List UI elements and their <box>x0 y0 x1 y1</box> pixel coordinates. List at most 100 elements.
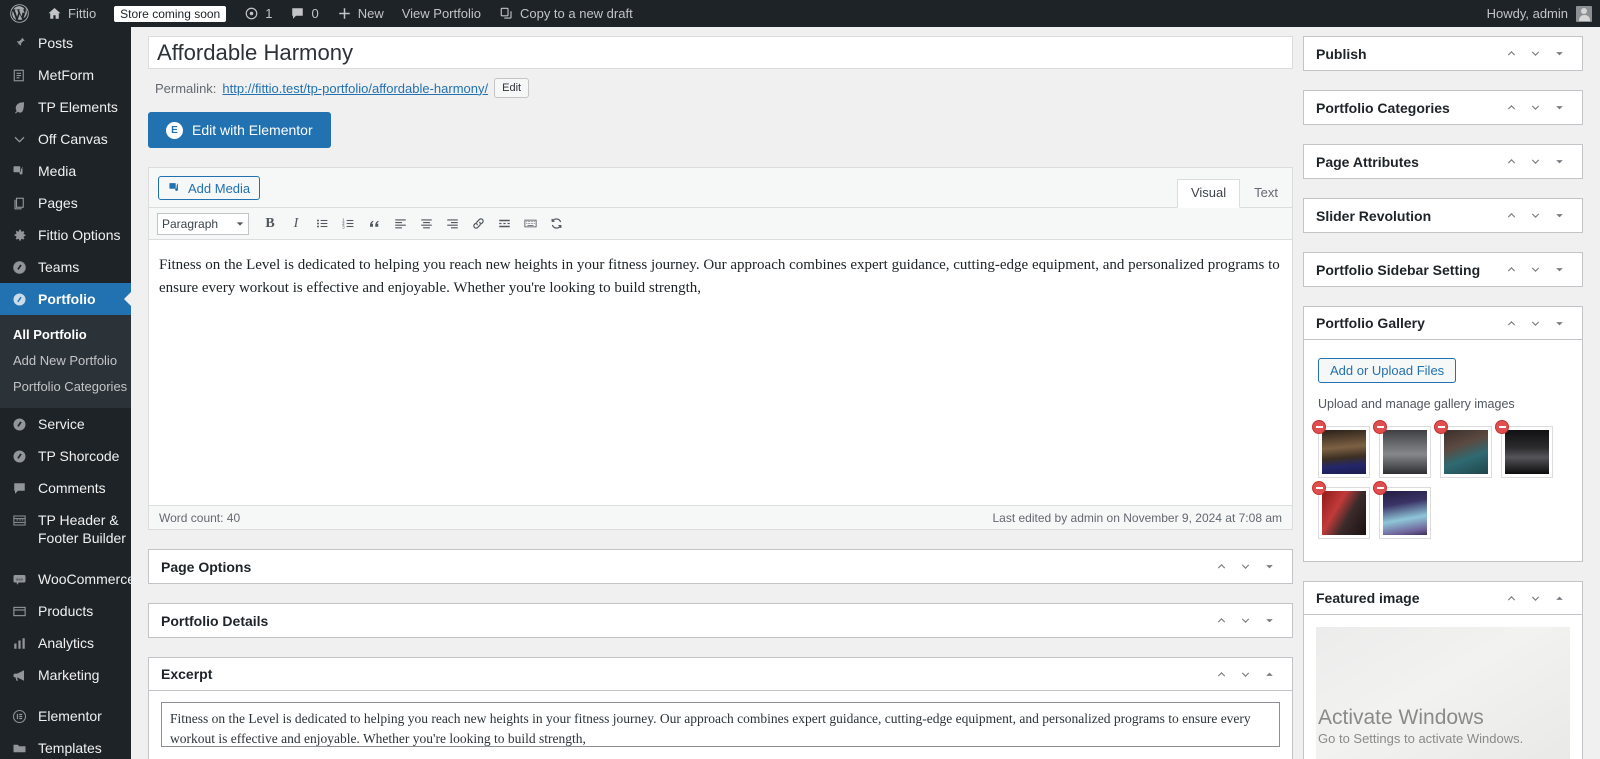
align-center-icon[interactable] <box>414 212 438 236</box>
gallery-image-5[interactable] <box>1318 487 1370 539</box>
move-up-icon[interactable] <box>1500 202 1522 230</box>
toggle-panel-icon[interactable] <box>1548 94 1570 122</box>
insert-link-icon[interactable] <box>466 212 490 236</box>
remove-image-icon[interactable] <box>1373 481 1387 495</box>
side-panel-header[interactable]: Publish <box>1304 37 1582 70</box>
permalink-link[interactable]: http://fittio.test/tp-portfolio/affordab… <box>222 81 488 96</box>
align-left-icon[interactable] <box>388 212 412 236</box>
toggle-panel-icon[interactable] <box>1548 148 1570 176</box>
sidebar-item-media[interactable]: Media <box>0 155 131 187</box>
edit-permalink-button[interactable]: Edit <box>494 78 529 98</box>
move-down-icon[interactable] <box>1234 553 1256 581</box>
toolbar-toggle-icon[interactable] <box>518 212 542 236</box>
side-panel-header[interactable]: Portfolio Categories <box>1304 91 1582 124</box>
adminbar-new-button[interactable]: New <box>328 0 393 27</box>
sidebar-item-woocommerce[interactable]: woo WooCommerce <box>0 563 131 595</box>
move-up-icon[interactable] <box>1500 94 1522 122</box>
side-panel-header[interactable]: Portfolio Sidebar Setting <box>1304 253 1582 286</box>
toggle-panel-icon[interactable] <box>1258 553 1280 581</box>
adminbar-updates[interactable]: 1 <box>235 0 281 27</box>
tab-text[interactable]: Text <box>1240 179 1292 208</box>
move-up-icon[interactable] <box>1500 148 1522 176</box>
move-up-icon[interactable] <box>1500 40 1522 68</box>
move-up-icon[interactable] <box>1500 309 1522 337</box>
sidebar-item-portfolio[interactable]: Portfolio <box>0 283 131 315</box>
store-coming-soon-badge[interactable]: Store coming soon <box>105 0 235 27</box>
sidebar-item-products[interactable]: Products <box>0 595 131 627</box>
gallery-image-4[interactable] <box>1501 426 1553 478</box>
remove-image-icon[interactable] <box>1495 420 1509 434</box>
side-panel-header[interactable]: Portfolio Gallery <box>1304 307 1582 340</box>
side-panel-header[interactable]: Page Attributes <box>1304 145 1582 178</box>
remove-image-icon[interactable] <box>1434 420 1448 434</box>
edit-with-elementor-button[interactable]: E Edit with Elementor <box>148 112 331 148</box>
undo-redo-icon[interactable] <box>544 212 568 236</box>
toggle-panel-icon[interactable] <box>1258 660 1280 688</box>
sidebar-item-templates[interactable]: Templates <box>0 732 131 759</box>
excerpt-textarea[interactable] <box>161 702 1280 747</box>
featured-image-thumbnail[interactable] <box>1316 627 1570 759</box>
toggle-panel-icon[interactable] <box>1548 584 1570 612</box>
sidebar-item-fittio-options[interactable]: Fittio Options <box>0 219 131 251</box>
sidebar-item-tp-header-footer-builder[interactable]: TP Header & Footer Builder <box>0 504 131 554</box>
italic-icon[interactable]: I <box>284 212 308 236</box>
toggle-panel-icon[interactable] <box>1548 202 1570 230</box>
read-more-icon[interactable] <box>492 212 516 236</box>
wordpress-logo-icon[interactable] <box>0 0 38 27</box>
move-up-icon[interactable] <box>1210 553 1232 581</box>
toggle-panel-icon[interactable] <box>1548 40 1570 68</box>
side-panel-header[interactable]: Slider Revolution <box>1304 199 1582 232</box>
paragraph-format-select[interactable]: Paragraph <box>157 213 249 235</box>
sidebar-item-all-portfolio[interactable]: All Portfolio <box>0 322 131 348</box>
adminbar-view-portfolio[interactable]: View Portfolio <box>393 0 490 27</box>
sidebar-item-tp-elements[interactable]: TP Elements <box>0 91 131 123</box>
sidebar-item-elementor[interactable]: Elementor <box>0 700 131 732</box>
sidebar-item-service[interactable]: Service <box>0 408 131 440</box>
sidebar-item-add-new-portfolio[interactable]: Add New Portfolio <box>0 348 131 374</box>
adminbar-site-name[interactable]: Fittio <box>38 0 105 27</box>
toggle-panel-icon[interactable] <box>1548 309 1570 337</box>
gallery-image-6[interactable] <box>1379 487 1431 539</box>
move-up-icon[interactable] <box>1500 584 1522 612</box>
align-right-icon[interactable] <box>440 212 464 236</box>
move-down-icon[interactable] <box>1524 256 1546 284</box>
tab-visual[interactable]: Visual <box>1177 179 1240 208</box>
remove-image-icon[interactable] <box>1373 420 1387 434</box>
move-down-icon[interactable] <box>1234 607 1256 635</box>
move-down-icon[interactable] <box>1524 40 1546 68</box>
sidebar-item-tp-shorcode[interactable]: TP Shorcode <box>0 440 131 472</box>
move-down-icon[interactable] <box>1524 148 1546 176</box>
bulleted-list-icon[interactable] <box>310 212 334 236</box>
side-panel-header[interactable]: Featured image <box>1304 582 1582 615</box>
move-down-icon[interactable] <box>1524 309 1546 337</box>
sidebar-item-comments[interactable]: Comments <box>0 472 131 504</box>
numbered-list-icon[interactable]: 123 <box>336 212 360 236</box>
add-or-upload-files-button[interactable]: Add or Upload Files <box>1318 358 1456 383</box>
move-up-icon[interactable] <box>1210 660 1232 688</box>
move-down-icon[interactable] <box>1234 660 1256 688</box>
add-media-button[interactable]: Add Media <box>158 176 260 200</box>
post-title-input[interactable] <box>148 36 1293 69</box>
adminbar-comments[interactable]: 0 <box>281 0 327 27</box>
sidebar-item-teams[interactable]: Teams <box>0 251 131 283</box>
sidebar-item-analytics[interactable]: Analytics <box>0 627 131 659</box>
toggle-panel-icon[interactable] <box>1258 607 1280 635</box>
move-up-icon[interactable] <box>1210 607 1232 635</box>
gallery-image-1[interactable] <box>1318 426 1370 478</box>
editor-content-area[interactable]: Fitness on the Level is dedicated to hel… <box>149 240 1292 505</box>
sidebar-item-portfolio-categories[interactable]: Portfolio Categories <box>0 374 131 400</box>
move-up-icon[interactable] <box>1500 256 1522 284</box>
sidebar-item-pages[interactable]: Pages <box>0 187 131 219</box>
remove-image-icon[interactable] <box>1312 481 1326 495</box>
remove-image-icon[interactable] <box>1312 420 1326 434</box>
sidebar-item-metform[interactable]: MetForm <box>0 59 131 91</box>
adminbar-copy-to-new-draft[interactable]: Copy to a new draft <box>490 0 642 27</box>
gallery-image-3[interactable] <box>1440 426 1492 478</box>
adminbar-account[interactable]: Howdy, admin <box>1487 6 1600 22</box>
metabox-header[interactable]: Portfolio Details <box>149 604 1292 637</box>
blockquote-icon[interactable] <box>362 212 386 236</box>
metabox-header[interactable]: Excerpt <box>149 658 1292 691</box>
bold-icon[interactable]: B <box>258 212 282 236</box>
metabox-header[interactable]: Page Options <box>149 550 1292 583</box>
sidebar-item-posts[interactable]: Posts <box>0 27 131 59</box>
